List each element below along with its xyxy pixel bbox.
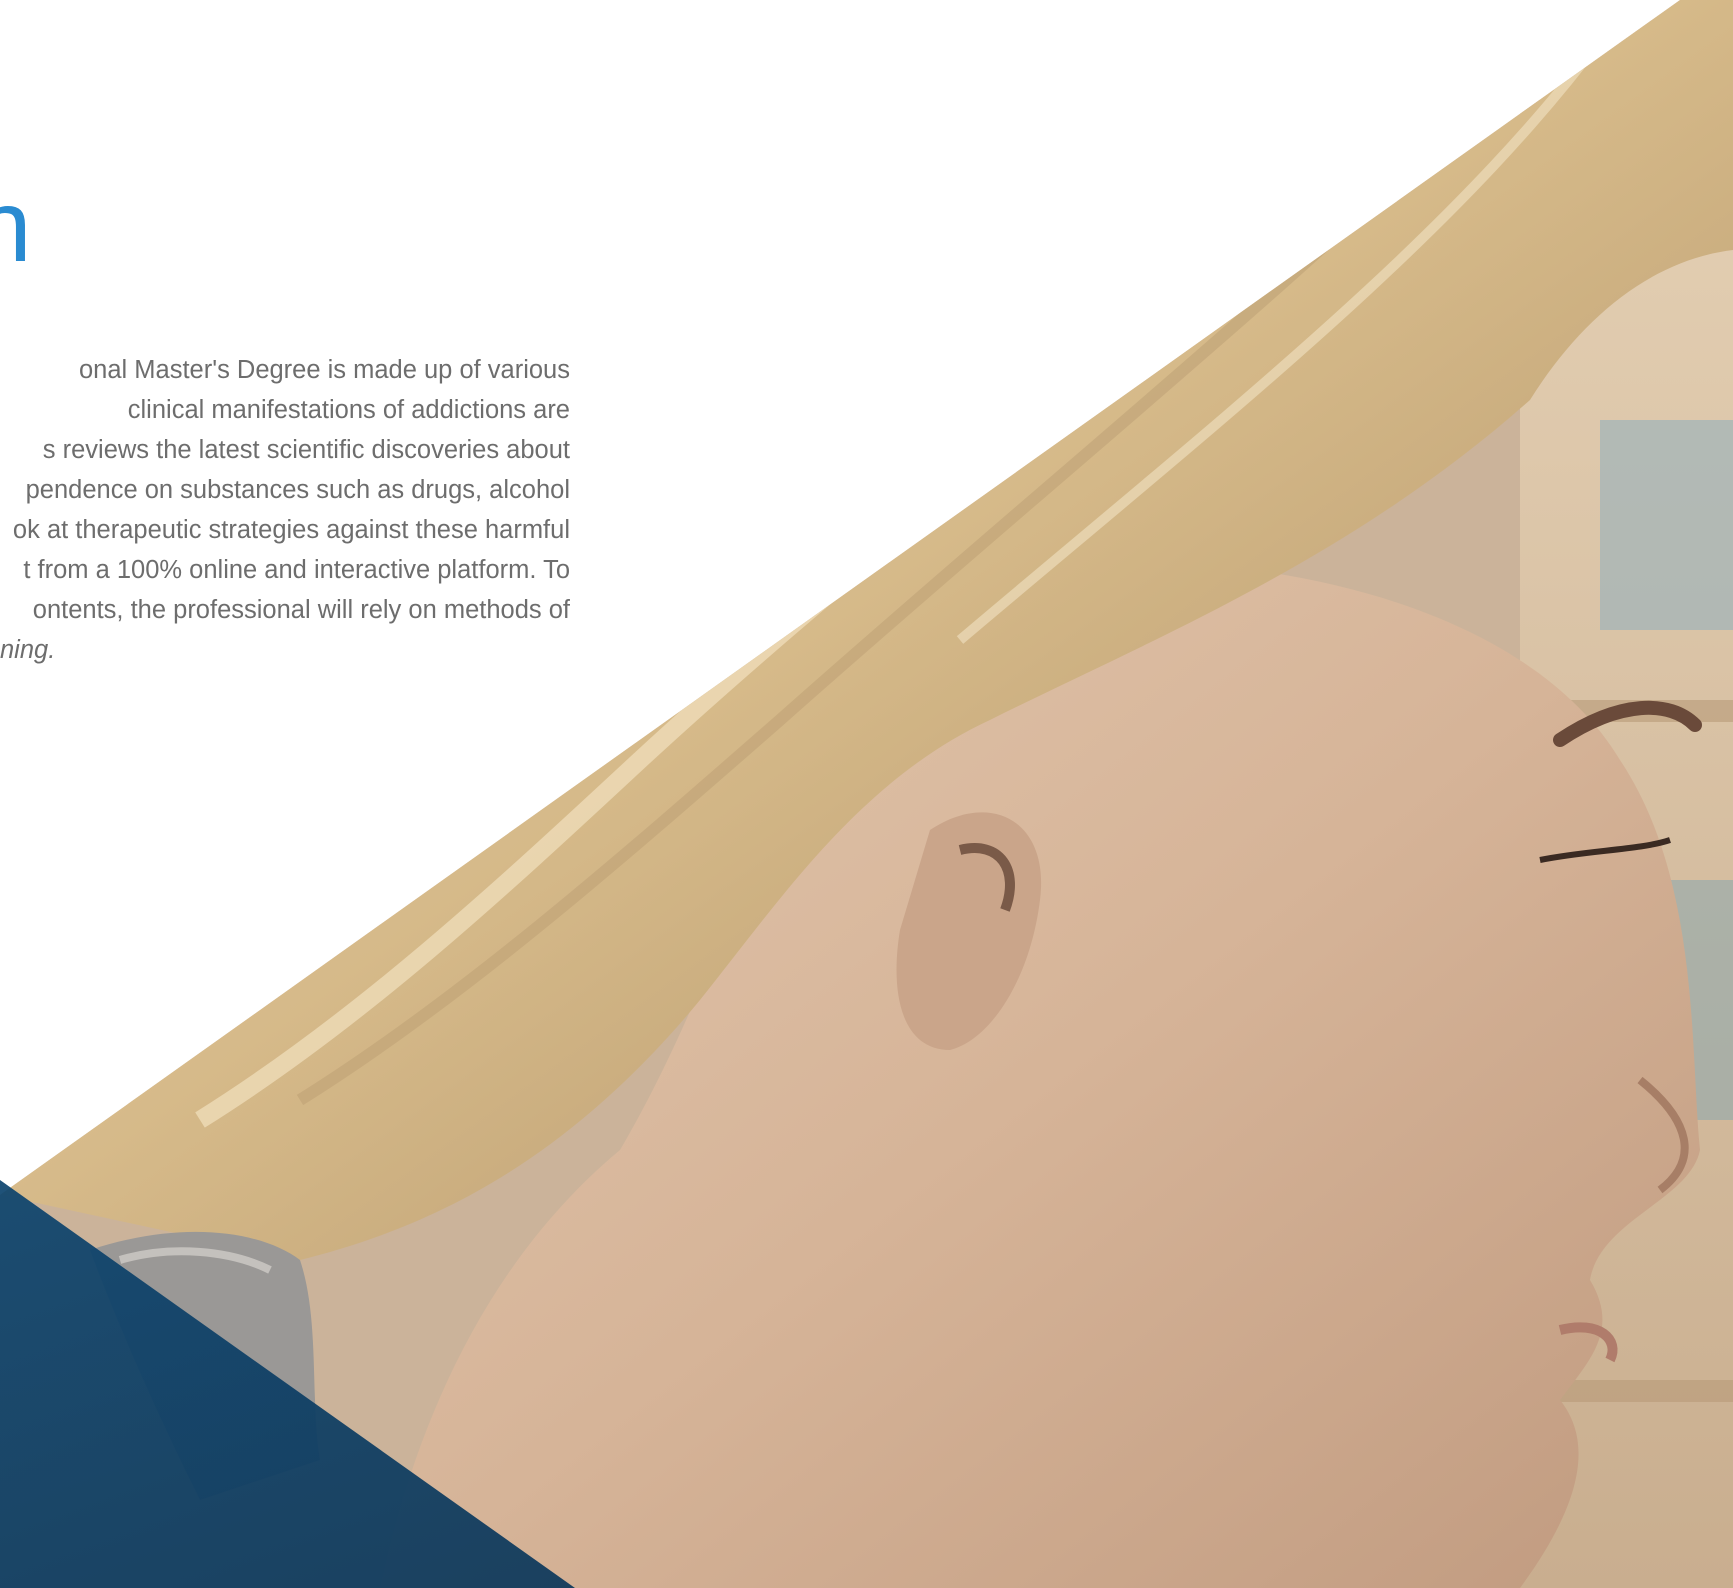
- description-last-line: ning.: [0, 636, 56, 664]
- description-line: clinical manifestations of addictions ar…: [127, 396, 570, 424]
- description-line: s reviews the latest scientific discover…: [42, 436, 570, 464]
- section-title-text: nal Plan: [0, 169, 32, 283]
- program-section: nal Plan onal Master's Degree is made up…: [0, 0, 1733, 1588]
- section-title: nal Plan: [0, 168, 32, 285]
- hero-photo: [0, 0, 1733, 1588]
- description-line: t from a 100% online and interactive pla…: [23, 556, 570, 584]
- section-description: onal Master's Degree is made up of vario…: [0, 350, 570, 670]
- description-line: pendence on substances such as drugs, al…: [25, 476, 570, 504]
- description-line: onal Master's Degree is made up of vario…: [78, 356, 570, 384]
- description-line: ontents, the professional will rely on m…: [32, 596, 570, 624]
- description-line: ok at therapeutic strategies against the…: [12, 516, 570, 544]
